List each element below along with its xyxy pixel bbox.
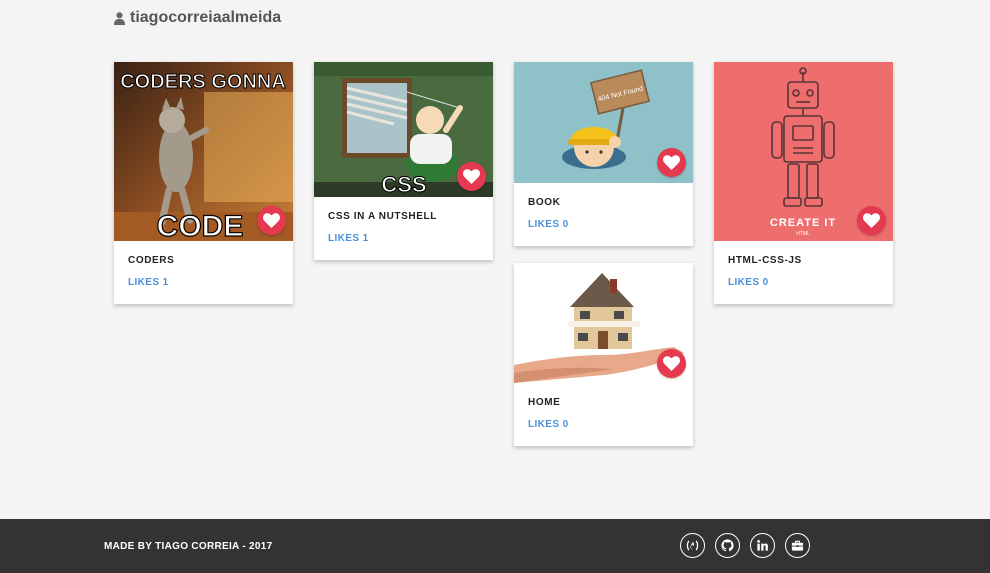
like-heart-button[interactable] bbox=[657, 148, 686, 177]
heart-icon bbox=[863, 213, 880, 228]
card-likes[interactable]: LIKES 0 bbox=[528, 219, 679, 231]
heart-icon bbox=[663, 155, 680, 170]
card-likes[interactable]: LIKES 0 bbox=[728, 277, 879, 289]
heart-icon bbox=[263, 213, 280, 228]
card-likes[interactable]: LIKES 1 bbox=[328, 233, 479, 245]
card-css-in-a-nutshell: CSS CSS IN A NUTSHELL LIKES 1 bbox=[314, 62, 493, 260]
card-title[interactable]: BOOK bbox=[528, 197, 679, 210]
card-title[interactable]: CODERS bbox=[128, 255, 279, 268]
linkedin-icon bbox=[757, 540, 768, 551]
portfolio-icon bbox=[791, 540, 804, 551]
card-image[interactable]: CREATE IT HTML bbox=[714, 62, 893, 241]
like-heart-button[interactable] bbox=[857, 206, 886, 235]
linkedin-link[interactable] bbox=[750, 533, 775, 558]
github-icon bbox=[721, 539, 734, 552]
freecodecamp-link[interactable] bbox=[680, 533, 705, 558]
footer: MADE BY TIAGO CORREIA - 2017 bbox=[0, 519, 990, 573]
username: tiagocorreiaalmeida bbox=[130, 9, 282, 26]
card-coders: CODERS GONNA CODE CODERS LIKES 1 bbox=[114, 62, 293, 304]
heart-icon bbox=[463, 169, 480, 184]
card-book: 404 Not Found BOOK LIKES 0 bbox=[514, 62, 693, 246]
freecodecamp-icon bbox=[686, 540, 699, 551]
like-heart-button[interactable] bbox=[257, 206, 286, 235]
card-likes[interactable]: LIKES 0 bbox=[528, 419, 679, 431]
meme-caption-top: CODERS GONNA bbox=[120, 71, 286, 93]
card-home: HOME LIKES 0 bbox=[514, 263, 693, 446]
image-subcaption: HTML bbox=[796, 231, 810, 237]
card-title[interactable]: HOME bbox=[528, 397, 679, 410]
card-html-css-js: CREATE IT HTML HTML-CSS-JS LIKES 0 bbox=[714, 62, 893, 304]
user-header: tiagocorreiaalmeida bbox=[114, 9, 281, 27]
user-icon bbox=[114, 11, 125, 25]
github-link[interactable] bbox=[715, 533, 740, 558]
like-heart-button[interactable] bbox=[457, 162, 486, 191]
meme-caption: CSS bbox=[381, 172, 426, 197]
card-title[interactable]: CSS IN A NUTSHELL bbox=[328, 211, 479, 224]
card-image[interactable] bbox=[514, 263, 693, 383]
like-heart-button[interactable] bbox=[657, 349, 686, 378]
footer-credit: MADE BY TIAGO CORREIA - 2017 bbox=[104, 541, 273, 552]
card-image[interactable]: 404 Not Found bbox=[514, 62, 693, 183]
card-likes[interactable]: LIKES 1 bbox=[128, 277, 279, 289]
meme-caption-bottom: CODE bbox=[157, 210, 244, 241]
card-title[interactable]: HTML-CSS-JS bbox=[728, 255, 879, 268]
card-image[interactable]: CODERS GONNA CODE bbox=[114, 62, 293, 241]
portfolio-link[interactable] bbox=[785, 533, 810, 558]
heart-icon bbox=[663, 356, 680, 371]
image-caption: CREATE IT bbox=[770, 217, 836, 229]
card-image[interactable]: CSS bbox=[314, 62, 493, 197]
